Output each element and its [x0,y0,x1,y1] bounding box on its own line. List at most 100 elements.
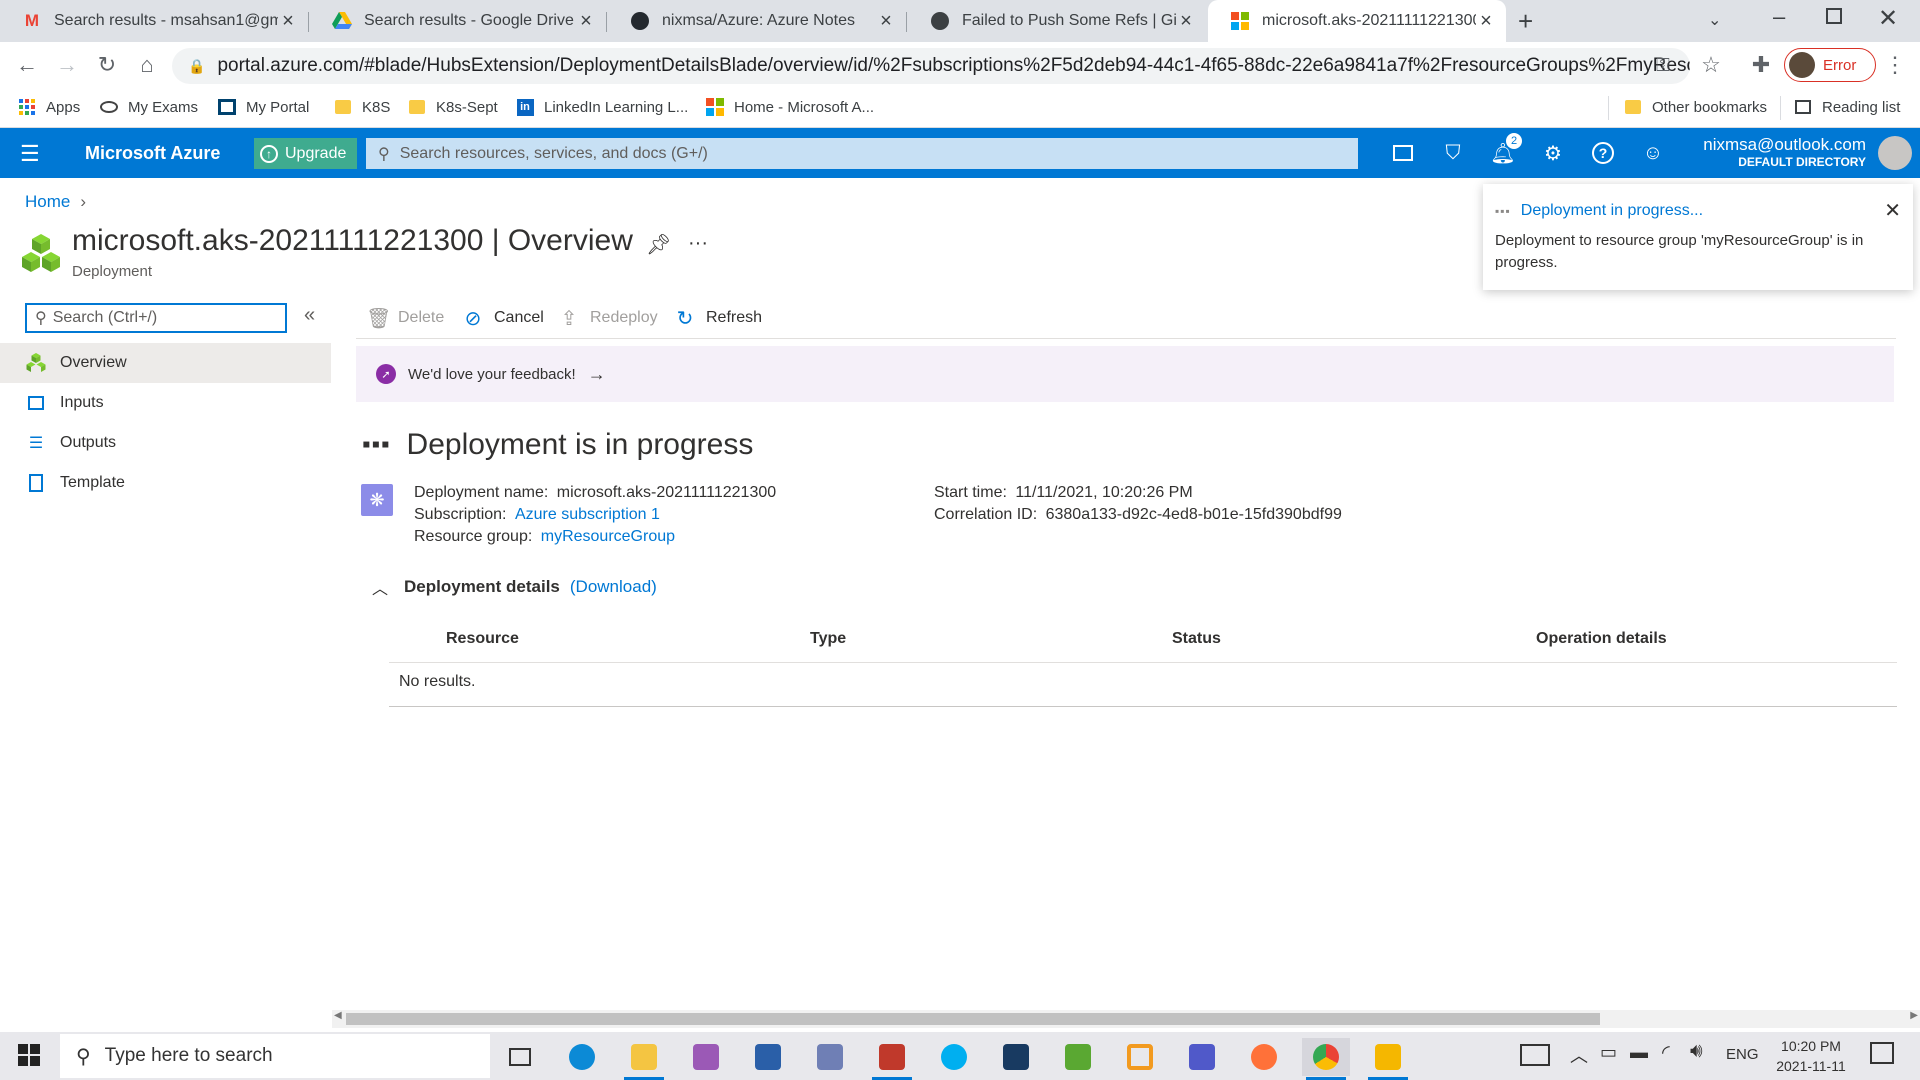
sidebar-item-template[interactable]: Template [0,463,331,503]
column-header-type[interactable]: Type [810,630,846,648]
bookmark-my-exams[interactable]: My Exams [100,98,198,116]
tab-github[interactable]: nixmsa/Azure: Azure Notes × [608,0,906,42]
battery-icon[interactable]: ▬ [1630,1042,1648,1063]
task-view-icon[interactable] [496,1038,544,1076]
chrome-icon[interactable] [1302,1038,1350,1080]
action-center-icon[interactable] [1870,1042,1894,1064]
tab-git-error[interactable]: Failed to Push Some Refs | Git Err × [908,0,1206,42]
side-search-input[interactable]: ⚲ Search (Ctrl+/) [25,303,287,333]
sidebar-item-overview[interactable]: Overview [0,343,331,383]
bookmark-linkedin-learning[interactable]: in LinkedIn Learning L... [516,98,688,116]
help-icon[interactable]: ? [1590,141,1616,165]
close-tab-icon[interactable]: × [1476,10,1496,33]
close-tab-icon[interactable]: × [876,10,896,33]
new-tab-button[interactable]: + [1518,6,1533,37]
file-explorer-icon[interactable] [620,1038,668,1080]
bookmark-home-microsoft[interactable]: Home - Microsoft A... [706,98,874,116]
toast-close-icon[interactable]: ✕ [1884,198,1901,223]
chevron-up-icon[interactable]: ︿ [1570,1042,1588,1068]
edge-browser-icon[interactable] [558,1038,606,1076]
deployment-details-toggle[interactable]: ︿ Deployment details (Download) [372,575,657,599]
directory-filter-icon[interactable]: ⛉ [1440,141,1466,165]
scroll-right-icon[interactable]: ▶ [1910,1010,1918,1021]
network-app-icon[interactable] [744,1038,792,1076]
clock[interactable]: 10:20 PM 2021-11-11 [1766,1036,1856,1076]
column-header-resource[interactable]: Resource [446,630,519,648]
bookmark-apps[interactable]: Apps [18,98,80,116]
bookmark-k8s[interactable]: K8S [334,98,390,116]
more-options-icon[interactable]: ··· [688,232,708,255]
upgrade-button[interactable]: ↑ Upgrade [254,138,357,169]
firefox-icon[interactable] [1240,1038,1288,1076]
account-info[interactable]: nixmsa@outlook.com DEFAULT DIRECTORY [1688,135,1866,169]
collapse-menu-icon[interactable]: « [304,304,315,327]
cloud-shell-icon[interactable] [1390,141,1416,165]
delete-button[interactable]: 🗑︎ Delete [366,302,444,334]
bookmark-my-portal[interactable]: My Portal [218,98,309,116]
remote-desktop-icon[interactable] [806,1038,854,1076]
resource-group-link[interactable]: myResourceGroup [541,528,675,545]
wifi-icon[interactable]: ◜ [1662,1040,1670,1065]
sidebar-item-outputs[interactable]: ☰ Outputs [0,423,331,463]
back-icon[interactable]: ← [12,50,42,80]
pin-icon[interactable]: 📌︎ [646,232,671,257]
scroll-left-icon[interactable]: ◀ [334,1010,342,1021]
windows-start-icon[interactable] [18,1044,40,1071]
snipping-tool-icon[interactable] [868,1038,916,1080]
azure-brand[interactable]: Microsoft Azure [85,143,220,164]
close-tab-icon[interactable]: × [278,10,298,33]
redeploy-button[interactable]: ⇪ Redeploy [558,302,658,334]
feedback-banner[interactable]: ➚ We'd love your feedback! → [356,346,1894,402]
reload-icon[interactable]: ↻ [92,50,122,80]
restore-icon[interactable] [1826,8,1842,24]
toast-title[interactable]: Deployment in progress... [1521,202,1703,220]
close-tab-icon[interactable]: × [576,10,596,33]
notifications-bell-icon[interactable]: 🔔︎ 2 [1490,133,1522,165]
other-bookmarks[interactable]: Other bookmarks [1624,98,1767,116]
feedback-icon[interactable]: ☺ [1640,141,1666,165]
tab-azure-active[interactable]: microsoft.aks-20211111221300 - × [1208,0,1506,42]
notification-toast[interactable]: ▪▪▪ Deployment in progress... Deployment… [1483,184,1913,290]
settings-gear-icon[interactable]: ⚙ [1540,141,1566,165]
scrollbar-thumb[interactable] [346,1013,1600,1025]
avatar[interactable] [1878,136,1912,170]
profile-button[interactable]: Error [1784,48,1876,82]
horizontal-scrollbar[interactable]: ◀ ▶ [332,1010,1920,1028]
download-link[interactable]: (Download) [570,577,657,597]
menu-icon[interactable]: ⋮ [1880,50,1910,80]
column-header-operation-details[interactable]: Operation details [1536,630,1667,648]
home-icon[interactable]: ⌂ [132,50,162,80]
extensions-icon[interactable]: ✚ [1746,50,1776,80]
reading-list[interactable]: Reading list [1794,98,1900,116]
skype-icon[interactable] [930,1038,978,1076]
sidebar-item-inputs[interactable]: Inputs [0,383,331,423]
minimize-icon[interactable]: – [1773,4,1785,30]
language-indicator[interactable]: ENG [1726,1046,1759,1063]
key-icon[interactable]: ⚿ [1648,50,1678,80]
cancel-button[interactable]: ⊘ Cancel [462,302,544,334]
column-header-status[interactable]: Status [1172,630,1221,648]
bookmark-star-icon[interactable]: ☆ [1696,50,1726,80]
keyboard-icon[interactable] [1520,1044,1550,1066]
global-search-input[interactable]: ⚲ Search resources, services, and docs (… [366,138,1358,169]
tab-search-icon[interactable]: ⌄ [1708,10,1721,30]
teams-icon[interactable] [1178,1038,1226,1076]
tab-gmail[interactable]: M Search results - msahsan1@gmai × [0,0,308,42]
vmware-icon[interactable] [1116,1038,1164,1076]
subscription-link[interactable]: Azure subscription 1 [515,506,660,523]
battery-status-icon[interactable]: ▭ [1600,1042,1617,1063]
image-viewer-icon[interactable] [1054,1038,1102,1076]
window-close-icon[interactable]: ✕ [1878,4,1898,33]
virtualbox-icon[interactable] [992,1038,1040,1076]
terminal-app-icon[interactable] [1364,1038,1412,1080]
taskbar-search-input[interactable]: ⚲ Type here to search [60,1034,490,1078]
refresh-button[interactable]: ↻ Refresh [674,302,762,334]
onenote-icon[interactable] [682,1038,730,1076]
bookmark-k8s-sept[interactable]: K8s-Sept [408,98,498,116]
tab-google-drive[interactable]: Search results - Google Drive × [310,0,606,42]
breadcrumb-home[interactable]: Home [25,192,70,212]
volume-icon[interactable]: 🔊︎ [1690,1040,1703,1063]
hamburger-menu-icon[interactable]: ☰ [20,141,40,167]
forward-icon[interactable]: → [52,50,82,80]
address-bar[interactable]: 🔒 portal.azure.com/#blade/HubsExtension/… [172,48,1690,84]
